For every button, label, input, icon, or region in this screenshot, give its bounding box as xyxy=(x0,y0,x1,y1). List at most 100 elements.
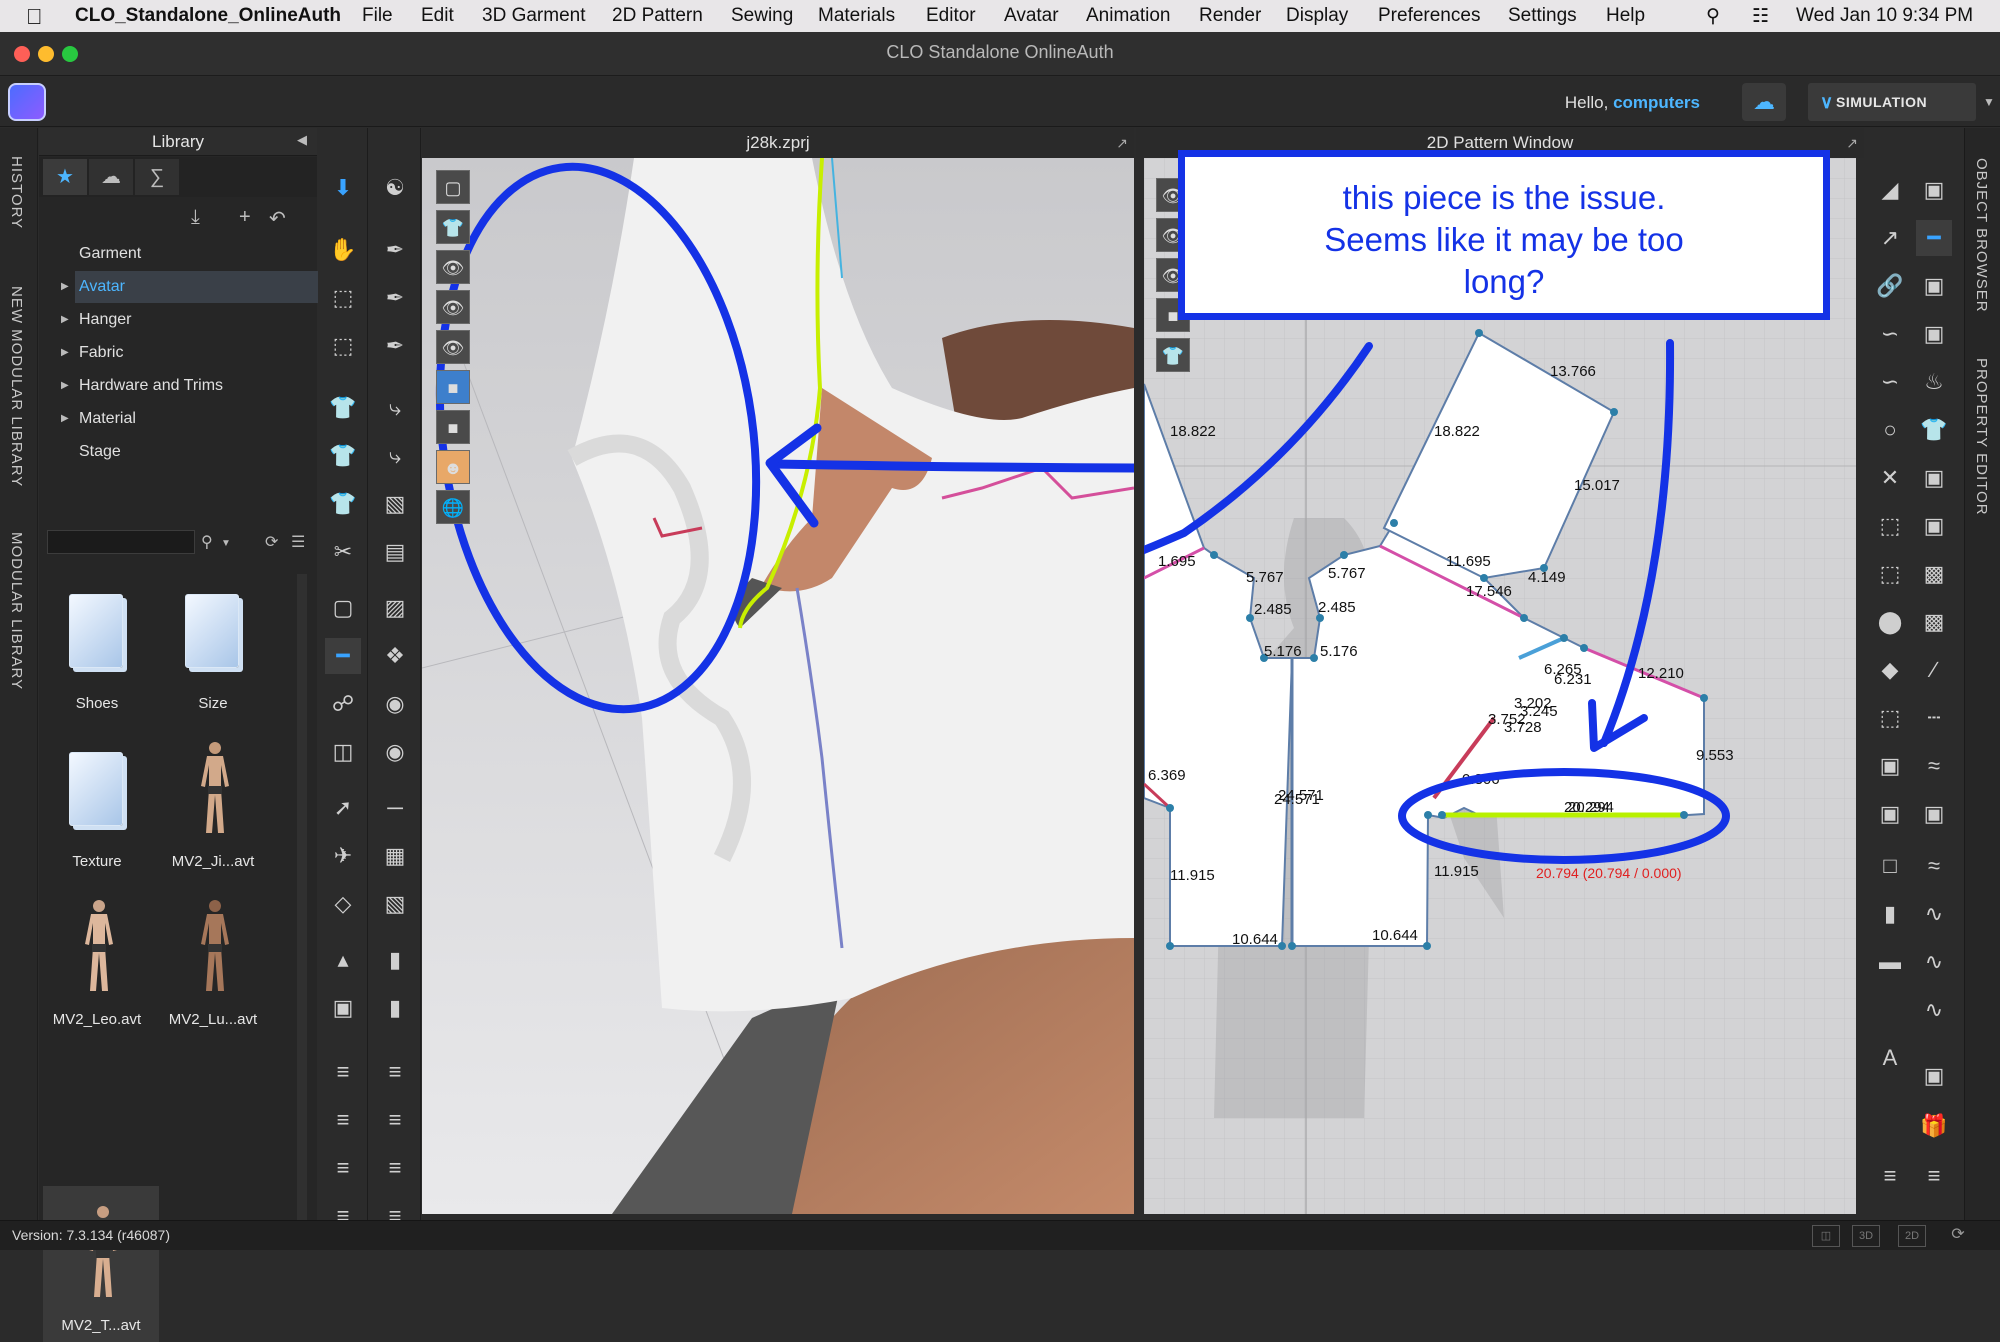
wrapping-icon[interactable]: ▣ xyxy=(325,990,361,1026)
library-scrollbar[interactable] xyxy=(297,574,307,1224)
arrangement-icon[interactable]: ▴ xyxy=(325,942,361,978)
expand-more-icon[interactable]: ≡ xyxy=(325,1102,361,1138)
tab-object-browser[interactable]: OBJECT BROWSER xyxy=(1973,158,1990,313)
text-tool-icon[interactable]: A xyxy=(1872,1040,1908,1076)
checkered-icon[interactable]: ▩ xyxy=(1916,556,1952,592)
curve-point-icon[interactable]: ∽ xyxy=(1872,316,1908,352)
menu-settings[interactable]: Settings xyxy=(1508,5,1577,27)
download-icon[interactable]: ⤓ xyxy=(191,206,200,229)
tab-modular-library[interactable]: MODULAR LIBRARY xyxy=(8,532,25,690)
garment-2d-icon[interactable]: 👕 xyxy=(1156,338,1190,372)
elastic-icon[interactable]: ▮ xyxy=(377,942,413,978)
fold-tool-icon[interactable]: ◫ xyxy=(325,734,361,770)
zigzag-2-icon[interactable]: ∿ xyxy=(1916,944,1952,980)
avatar-pose-icon[interactable]: ☯ xyxy=(377,170,413,206)
seam-line-icon[interactable]: ━ xyxy=(325,638,361,674)
texture-edit-icon[interactable]: ▧ xyxy=(377,486,413,522)
menu-display[interactable]: Display xyxy=(1286,5,1348,27)
puckering-icon[interactable]: ◇ xyxy=(325,886,361,922)
control-center-icon[interactable]: ☷ xyxy=(1752,5,1769,28)
button-tool-icon[interactable]: ❖ xyxy=(377,638,413,674)
dashed-line-icon[interactable]: ┄ xyxy=(1916,700,1952,736)
menu-edit[interactable]: Edit xyxy=(421,5,454,27)
library-item-avatar-t[interactable]: MV2_T...avt xyxy=(43,1186,159,1342)
trace-icon[interactable]: ▣ xyxy=(1916,460,1952,496)
expand-more-icon[interactable]: ≡ xyxy=(325,1150,361,1186)
notch-icon[interactable]: □ xyxy=(1872,848,1908,884)
lasso-select-icon[interactable]: ⬚ xyxy=(325,280,361,316)
stitch-icon[interactable]: ≈ xyxy=(1916,848,1952,884)
iron-icon[interactable]: ♨ xyxy=(1916,364,1952,400)
measure-line-icon[interactable]: ─ xyxy=(377,790,413,826)
show-garment-icon[interactable]: 👁 xyxy=(436,250,470,284)
internal-rect-icon[interactable]: ⬚ xyxy=(1872,700,1908,736)
curvature-icon[interactable]: ∽ xyxy=(1872,364,1908,400)
marquee-select-icon[interactable]: ⬚ xyxy=(325,328,361,364)
list-view-icon[interactable]: ☰ xyxy=(291,532,305,552)
cut-line-icon[interactable]: ✕ xyxy=(1872,460,1908,496)
fold-2d-icon[interactable]: ▣ xyxy=(1916,316,1952,352)
tree-item-garment[interactable]: Garment xyxy=(39,238,317,270)
library-item-avatar-ji[interactable]: MV2_Ji...avt xyxy=(155,722,271,878)
expand-more-icon[interactable]: ≡ xyxy=(325,1054,361,1090)
show-seams-icon[interactable]: 👁 xyxy=(436,290,470,324)
expand-more-icon[interactable]: ≡ xyxy=(377,1150,413,1186)
sew-free-icon[interactable]: ⤷ xyxy=(377,438,413,474)
maximize-icon[interactable]: ↗ xyxy=(1846,128,1858,158)
trim-tool-icon[interactable]: ✈ xyxy=(325,838,361,874)
menu-editor[interactable]: Editor xyxy=(926,5,976,27)
tab-history[interactable]: HISTORY xyxy=(8,156,25,229)
menu-2d-pattern[interactable]: 2D Pattern xyxy=(612,5,703,27)
library-item-avatar-lu[interactable]: MV2_Lu...avt xyxy=(155,880,271,1036)
3d-viewport[interactable]: ▢ 👕 👁 👁 👁 ■ ■ ☻ 🌐 xyxy=(422,158,1134,1214)
shirt-2d-icon[interactable]: 👕 xyxy=(1916,412,1952,448)
tree-item-hardware-and-trims[interactable]: ▶ Hardware and Trims xyxy=(39,370,317,402)
simulation-arrow-icon[interactable]: ⬇ xyxy=(325,170,361,206)
username-link[interactable]: computers xyxy=(1613,93,1700,112)
garment-pin-icon[interactable]: 👕 xyxy=(325,486,361,522)
diamond-icon[interactable]: ◆ xyxy=(1872,652,1908,688)
search-icon[interactable]: ⚲ xyxy=(201,532,213,552)
maximize-icon[interactable]: ↗ xyxy=(1116,128,1128,158)
avatar-skin-icon[interactable]: ☻ xyxy=(436,450,470,484)
sew-2d-icon[interactable]: ▣ xyxy=(1916,268,1952,304)
draw-line-icon[interactable]: ✒ xyxy=(377,328,413,364)
cloud-sync-icon[interactable]: ☁ xyxy=(1742,83,1786,121)
favorites-star-icon[interactable]: ★ xyxy=(43,159,87,195)
edit-pattern-2d-icon[interactable]: ▣ xyxy=(1916,172,1952,208)
tab-property-editor[interactable]: PROPERTY EDITOR xyxy=(1973,358,1990,516)
polygon-icon[interactable]: ⬚ xyxy=(1872,508,1908,544)
cloud-library-icon[interactable]: ☁ xyxy=(89,159,133,195)
tree-item-hanger[interactable]: ▶ Hanger xyxy=(39,304,317,336)
link-segment-icon[interactable]: 🔗 xyxy=(1872,268,1908,304)
graphic-icon[interactable]: ▤ xyxy=(377,534,413,570)
menu-animation[interactable]: Animation xyxy=(1086,5,1171,27)
app-menu[interactable]: CLO_Standalone_OnlineAuth xyxy=(75,5,341,27)
view-mode-icon[interactable]: ▢ xyxy=(436,170,470,204)
select-move-icon[interactable]: ✋ xyxy=(325,232,361,268)
menu-render[interactable]: Render xyxy=(1199,5,1261,27)
circle-tool-icon[interactable]: ⬤ xyxy=(1872,604,1908,640)
simulation-dropdown-icon[interactable]: ▼ xyxy=(1978,83,2000,121)
connect-library-icon[interactable]: ∑ xyxy=(135,159,179,195)
ruler-icon[interactable]: ▬ xyxy=(1872,944,1908,980)
environment-globe-icon[interactable]: 🌐 xyxy=(436,490,470,524)
garment-fit-icon[interactable]: 👕 xyxy=(325,438,361,474)
tree-item-avatar[interactable]: ▶ Avatar xyxy=(61,271,353,303)
gift-box-icon[interactable]: 🎁 xyxy=(1916,1108,1952,1144)
expand-more-icon[interactable]: ≡ xyxy=(377,1102,413,1138)
menubar-clock[interactable]: Wed Jan 10 9:34 PM xyxy=(1796,5,1973,27)
library-item-size[interactable]: Size xyxy=(155,564,271,720)
expand-more-icon[interactable]: ≡ xyxy=(377,1054,413,1090)
wave-icon[interactable]: ≈ xyxy=(1916,748,1952,784)
spotlight-search-icon[interactable]: ⚲ xyxy=(1706,5,1720,28)
menu-help[interactable]: Help xyxy=(1606,5,1645,27)
zigzag-3-icon[interactable]: ∿ xyxy=(1916,992,1952,1028)
menu-sewing[interactable]: Sewing xyxy=(731,5,793,27)
expand-arrow-icon[interactable]: ▶ xyxy=(61,337,69,369)
texture-view-icon[interactable]: ■ xyxy=(436,370,470,404)
seam-line-2d-icon[interactable]: ━ xyxy=(1916,220,1952,256)
tree-item-material[interactable]: ▶ Material xyxy=(39,403,317,435)
button-2d-icon[interactable]: ▮ xyxy=(1872,896,1908,932)
topstitch-icon[interactable]: ▨ xyxy=(377,590,413,626)
